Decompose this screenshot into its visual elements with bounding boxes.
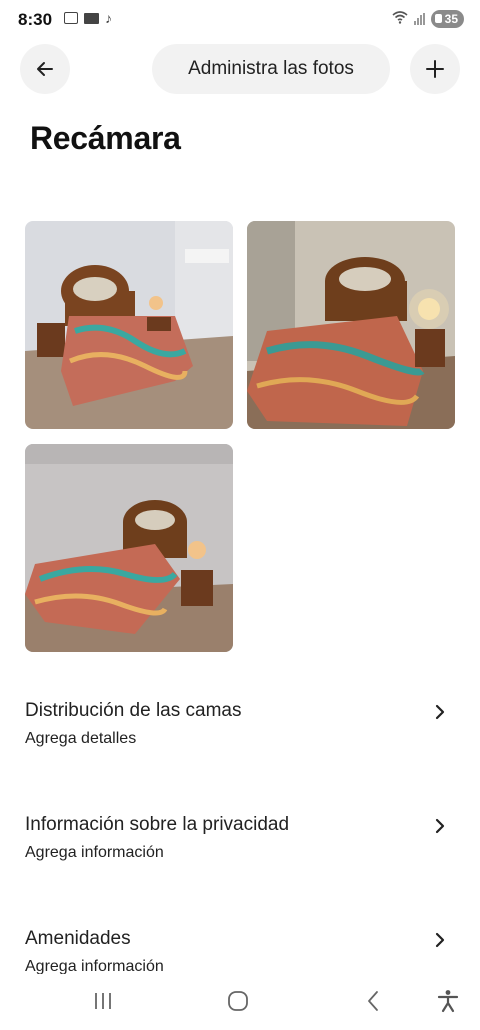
screenshot-icon	[64, 12, 78, 24]
system-icons: 35	[392, 10, 464, 28]
status-bar: 8:30 ♪ 35	[0, 0, 480, 40]
battery-indicator: 35	[430, 10, 464, 28]
accessibility-button[interactable]	[433, 986, 463, 1016]
system-nav-bar	[0, 974, 480, 1030]
bed-distribution-row[interactable]: Distribución de las camas Agrega detalle…	[0, 700, 480, 790]
recent-apps-icon	[95, 993, 111, 1009]
chevron-right-icon	[435, 704, 445, 720]
row-title: Distribución de las camas	[25, 700, 242, 721]
chevron-right-icon	[435, 818, 445, 834]
signal-icon	[413, 13, 425, 25]
add-photo-button[interactable]	[410, 44, 460, 94]
page-title: Administra las fotos	[152, 44, 390, 94]
row-subtitle: Agrega información	[25, 958, 164, 974]
arrow-left-icon	[37, 62, 53, 76]
tiktok-icon: ♪	[105, 10, 112, 26]
bedroom-image	[25, 221, 233, 429]
back-icon	[368, 991, 378, 1011]
room-photo[interactable]	[25, 444, 233, 652]
accessibility-icon	[437, 990, 459, 1013]
row-title: Información sobre la privacidad	[25, 814, 290, 835]
bedroom-image	[25, 444, 233, 652]
mail-icon	[84, 12, 99, 24]
chevron-right-icon	[435, 932, 445, 948]
home-button[interactable]	[223, 986, 253, 1016]
back-button[interactable]	[20, 44, 70, 94]
row-subtitle: Agrega información	[25, 844, 164, 861]
privacy-info-row[interactable]: Información sobre la privacidad Agrega i…	[0, 814, 480, 904]
home-icon	[228, 991, 248, 1011]
wifi-icon	[392, 11, 408, 27]
notification-icons: ♪	[64, 10, 112, 26]
back-nav-button[interactable]	[358, 986, 388, 1016]
amenities-row[interactable]: Amenidades Agrega información	[0, 928, 480, 974]
row-subtitle: Agrega detalles	[25, 730, 137, 747]
status-time: 8:30	[18, 10, 53, 29]
recent-apps-button[interactable]	[88, 986, 118, 1016]
bedroom-image	[247, 221, 455, 429]
room-photo[interactable]	[247, 221, 455, 429]
row-title: Amenidades	[25, 928, 131, 949]
room-title: Recámara	[30, 120, 181, 156]
plus-icon	[426, 60, 444, 78]
room-photo[interactable]	[25, 221, 233, 429]
